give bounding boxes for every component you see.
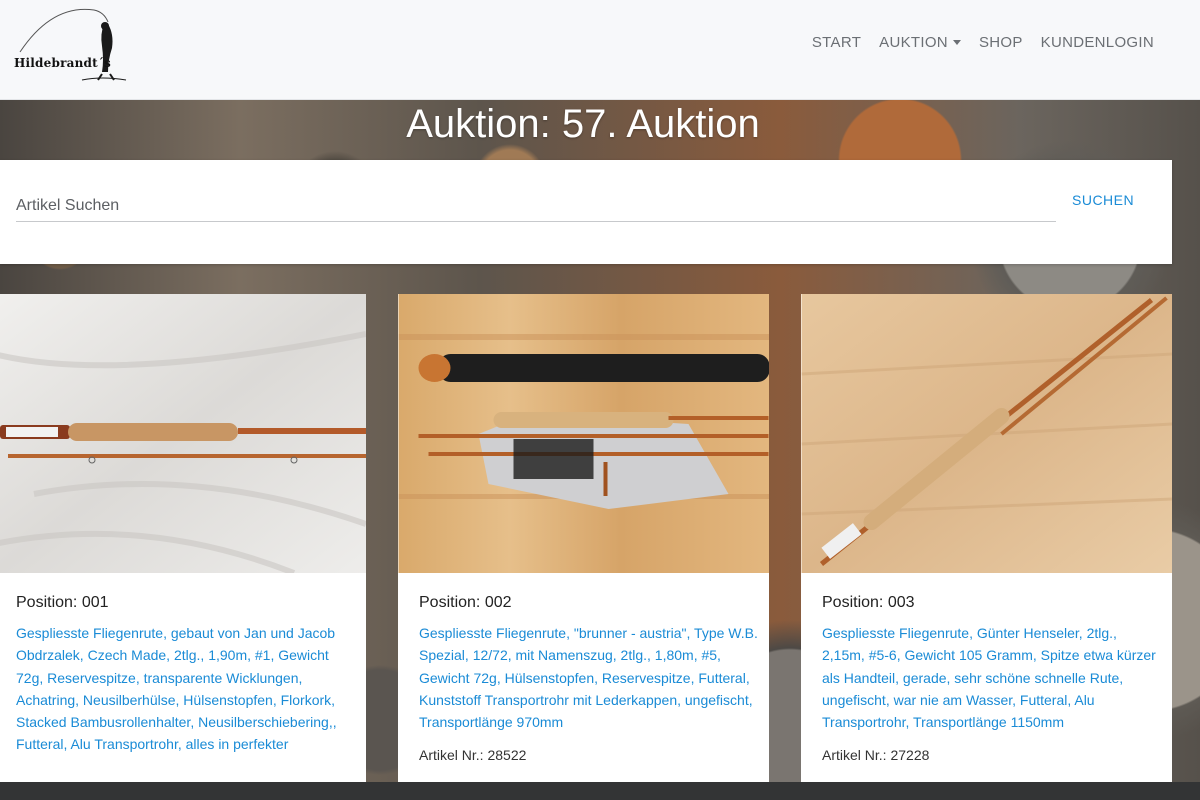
nav-item-kundenlogin[interactable]: KUNDENLOGIN <box>1041 34 1154 51</box>
item-description-link[interactable]: Gespliesste Fliegenrute, gebaut von Jan … <box>16 622 356 756</box>
nav-item-label: AUKTION <box>879 34 948 51</box>
search-panel: SUCHEN <box>0 160 1172 264</box>
card-body: Position: 001 Gespliesste Fliegenrute, g… <box>16 594 356 756</box>
item-photo <box>0 294 366 573</box>
chevron-down-icon <box>952 40 961 45</box>
card-body: Position: 002 Gespliesste Fliegenrute, "… <box>419 594 759 763</box>
auction-item-card[interactable]: Position: 003 Gespliesste Fliegenrute, G… <box>801 294 1172 794</box>
nav-item-label: KUNDENLOGIN <box>1040 34 1154 51</box>
brand-logo[interactable]: Hildebrandt´s <box>12 4 132 88</box>
card-body: Position: 003 Gespliesste Fliegenrute, G… <box>822 594 1162 763</box>
item-description-link[interactable]: Gespliesste Fliegenrute, Günter Henseler… <box>822 622 1162 733</box>
nav-item-shop[interactable]: SHOP <box>979 34 1023 51</box>
search-input[interactable] <box>16 190 1056 222</box>
item-position: Position: 001 <box>16 594 109 611</box>
angler-logo-icon <box>19 8 127 81</box>
nav-item-start[interactable]: START <box>812 34 861 51</box>
page-title: Auktion: 57. Auktion <box>406 102 760 146</box>
item-position: Position: 002 <box>419 594 512 611</box>
item-article-number: Artikel Nr.: 28522 <box>419 747 527 764</box>
nav-item-label: SHOP <box>978 34 1023 51</box>
footer-bar <box>0 782 1200 800</box>
nav-item-auktion[interactable]: AUKTION <box>879 34 961 51</box>
nav-item-label: START <box>811 34 862 51</box>
navbar: Hildebrandt´s START AUKTION SHOP KUNDENL… <box>0 0 1200 100</box>
item-article-number: Artikel Nr.: 27228 <box>822 747 930 764</box>
main-nav: START AUKTION SHOP KUNDENLOGIN <box>812 34 1154 51</box>
item-photo <box>398 294 769 573</box>
item-description-link[interactable]: Gespliesste Fliegenrute, "brunner - aust… <box>419 622 759 733</box>
search-button[interactable]: SUCHEN <box>1066 190 1140 210</box>
brand-logo-text: Hildebrandt´s <box>14 56 111 70</box>
item-photo <box>801 294 1172 573</box>
auction-item-card[interactable]: Position: 001 Gespliesste Fliegenrute, g… <box>0 294 366 794</box>
auction-item-card[interactable]: Position: 002 Gespliesste Fliegenrute, "… <box>398 294 769 794</box>
item-position: Position: 003 <box>822 594 915 611</box>
